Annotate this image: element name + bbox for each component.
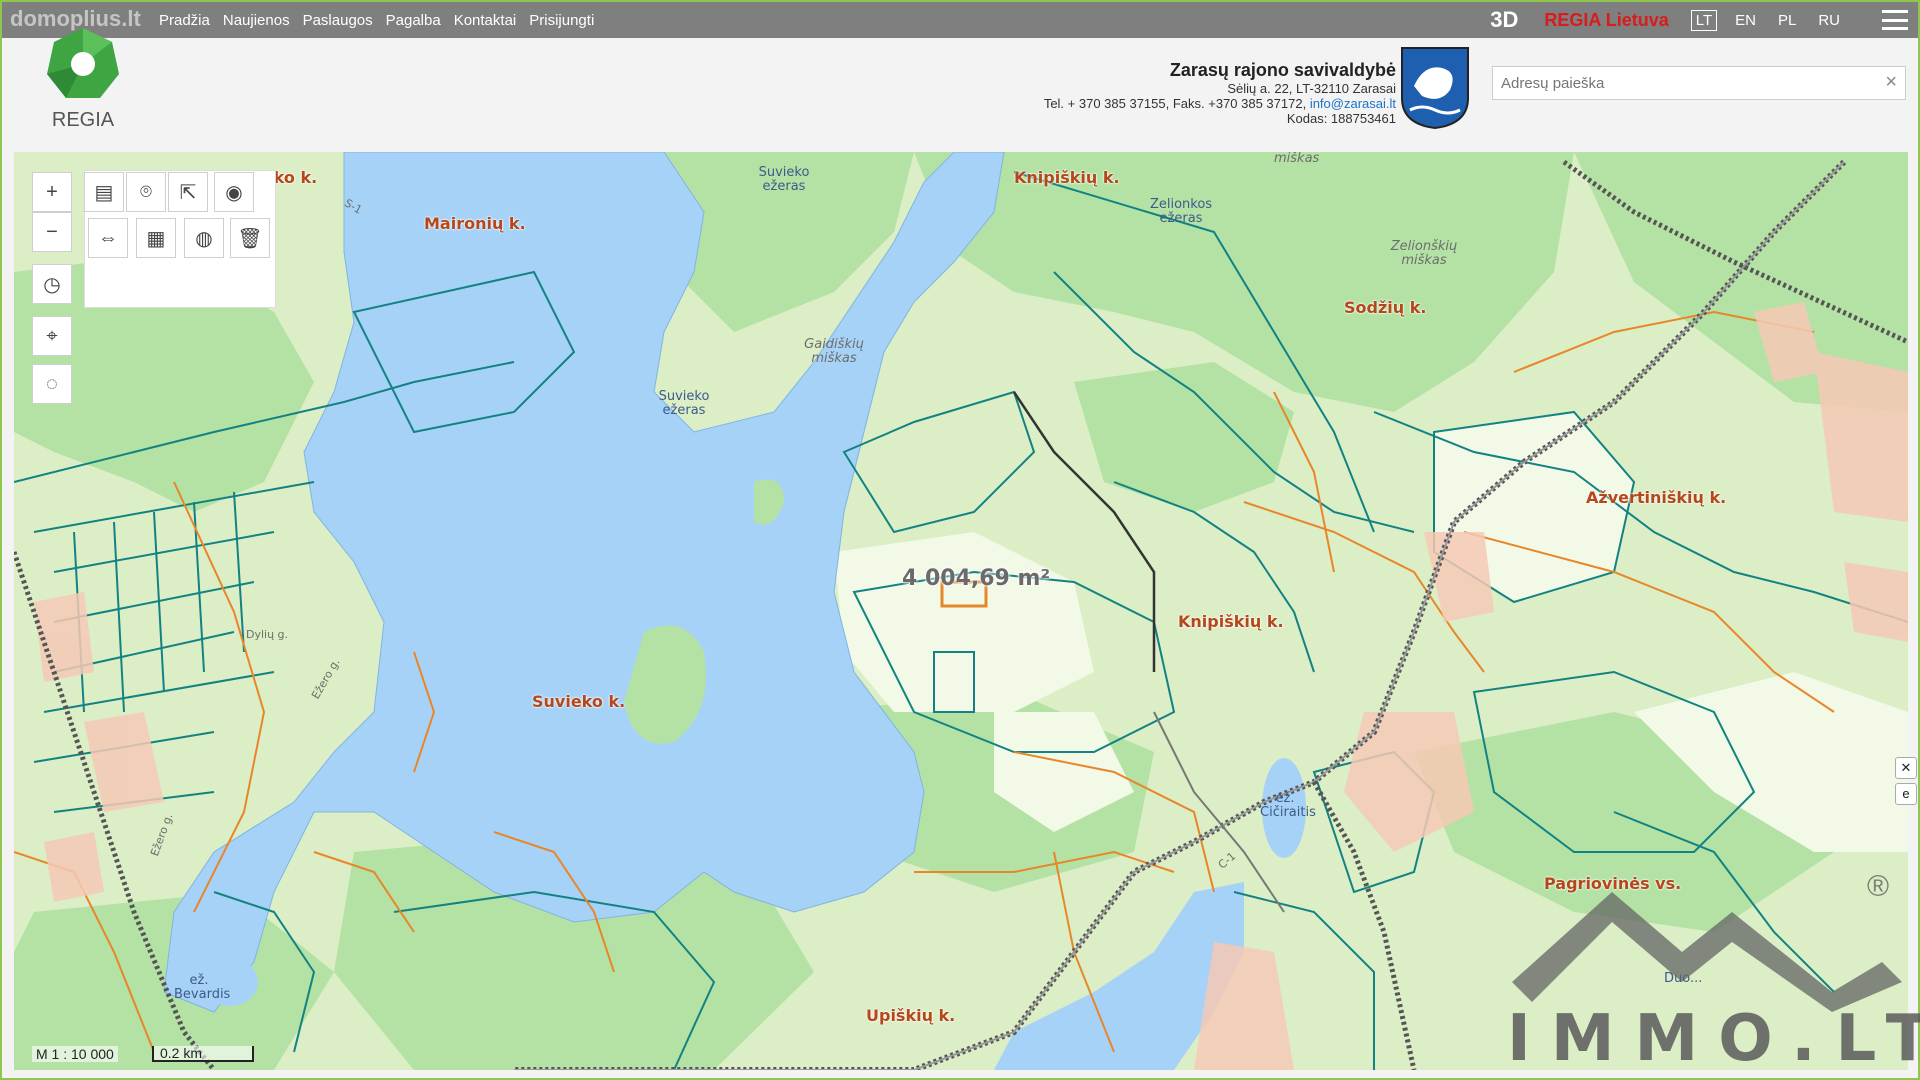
nav-item-news[interactable]: Naujienos: [223, 12, 290, 29]
side-icon-strip: ✕ e: [1895, 757, 1917, 809]
forest-label: Zelionškių miškas: [1390, 239, 1458, 268]
address-search-input[interactable]: [1499, 67, 1873, 99]
registered-mark: ®: [1867, 870, 1890, 903]
lang-pl[interactable]: PL: [1774, 11, 1800, 30]
nav-item-services[interactable]: Paslaugos: [303, 12, 373, 29]
nav-item-contacts[interactable]: Kontaktai: [454, 12, 517, 29]
app-frame: domoplius.lt Pradžia Naujienos Paslaugos…: [0, 0, 1920, 1080]
history-clock-icon[interactable]: ◷: [32, 264, 72, 304]
municipality-phone: Tel. + 370 385 37155, Faks. +370 385 371…: [1043, 96, 1310, 111]
target-point-icon[interactable]: ◉: [214, 172, 254, 212]
top-right-controls: 3D REGIA Lietuva LT EN PL RU: [1490, 2, 1908, 38]
logo-text: REGIA: [52, 109, 115, 131]
municipality-info: Zarasų rajono savivaldybė Sėlių a. 22, L…: [1044, 60, 1396, 126]
municipality-name: Zarasų rajono savivaldybė: [1169, 60, 1396, 80]
village-label: Knipiškių k.: [1014, 168, 1120, 187]
hamburger-menu-icon[interactable]: [1882, 10, 1908, 30]
close-icon[interactable]: ✕: [1895, 757, 1917, 779]
lasso-select-icon[interactable]: ◌: [32, 364, 72, 404]
locate-crosshair-icon[interactable]: ⌖: [32, 316, 72, 356]
municipality-address: Sėlių a. 22, LT-32110 Zarasai: [1227, 81, 1396, 96]
lake-label: Suvieko ežeras: [758, 165, 810, 194]
lake-label: ež. Bevardis: [174, 973, 231, 1002]
regia-logo[interactable]: REGIA: [42, 24, 124, 134]
municipality-code: Kodas: 188753461: [1286, 111, 1396, 126]
village-label: Knipiškių k.: [1178, 612, 1284, 631]
delete-trash-icon[interactable]: 🗑: [230, 218, 270, 258]
nav-item-help[interactable]: Pagalba: [386, 12, 441, 29]
measured-area-label: 4 004,69 m²: [902, 566, 1051, 591]
nav-item-home[interactable]: Pradžia: [159, 12, 210, 29]
top-navigation-bar: domoplius.lt Pradžia Naujienos Paslaugos…: [2, 2, 1918, 38]
village-label: Ažvertiniškių k.: [1586, 488, 1727, 507]
measure-area-icon[interactable]: ▦: [136, 218, 176, 258]
village-label: Sodžių k.: [1344, 298, 1427, 317]
3d-button[interactable]: 3D: [1490, 7, 1518, 33]
scale-ratio: M 1 : 10 000: [32, 1046, 118, 1062]
nav-item-login[interactable]: Prisijungti: [529, 12, 594, 29]
search-clear-icon[interactable]: ×: [1885, 71, 1897, 94]
coat-of-arms: [1400, 46, 1470, 130]
forest-label: miškas: [1274, 152, 1320, 166]
zoom-out-button[interactable]: −: [32, 212, 72, 252]
street-label: Dylių g.: [246, 628, 289, 641]
immo-logo-text: IMMO.LT: [1507, 1002, 1920, 1076]
village-label: Maironių k.: [424, 214, 526, 233]
lang-lt[interactable]: LT: [1690, 9, 1718, 31]
zoom-in-button[interactable]: +: [32, 172, 72, 212]
regia-lietuva-link[interactable]: REGIA Lietuva: [1544, 10, 1668, 31]
lake-label: ež. Čičiraitis: [1260, 791, 1316, 820]
share-export-icon[interactable]: ⇱: [168, 172, 208, 212]
lang-en[interactable]: EN: [1731, 11, 1760, 30]
lake-label: Zelionkos ežeras: [1149, 197, 1213, 226]
measure-distance-icon[interactable]: ⇔: [88, 218, 128, 258]
village-label: Suvieko k.: [532, 692, 626, 711]
forest-label: Gaidiškių miškas: [804, 337, 864, 366]
village-label: Upiškių k.: [866, 1006, 956, 1025]
measure-ruler-icon[interactable]: ▤: [84, 172, 124, 212]
measure-radius-icon[interactable]: ◍: [184, 218, 224, 258]
lang-ru[interactable]: RU: [1814, 11, 1844, 30]
scale-bar: 0.2 km: [152, 1046, 254, 1062]
main-nav: Pradžia Naujienos Paslaugos Pagalba Kont…: [159, 2, 594, 38]
e-icon[interactable]: e: [1895, 783, 1917, 805]
municipality-email-link[interactable]: info@zarasai.lt: [1310, 96, 1396, 111]
municipality-contacts: Tel. + 370 385 37155, Faks. +370 385 371…: [1044, 96, 1396, 111]
lake-label: Suvieko ežeras: [658, 389, 710, 418]
address-search: ×: [1492, 66, 1906, 100]
place-marker-icon[interactable]: ⌾: [126, 172, 166, 212]
